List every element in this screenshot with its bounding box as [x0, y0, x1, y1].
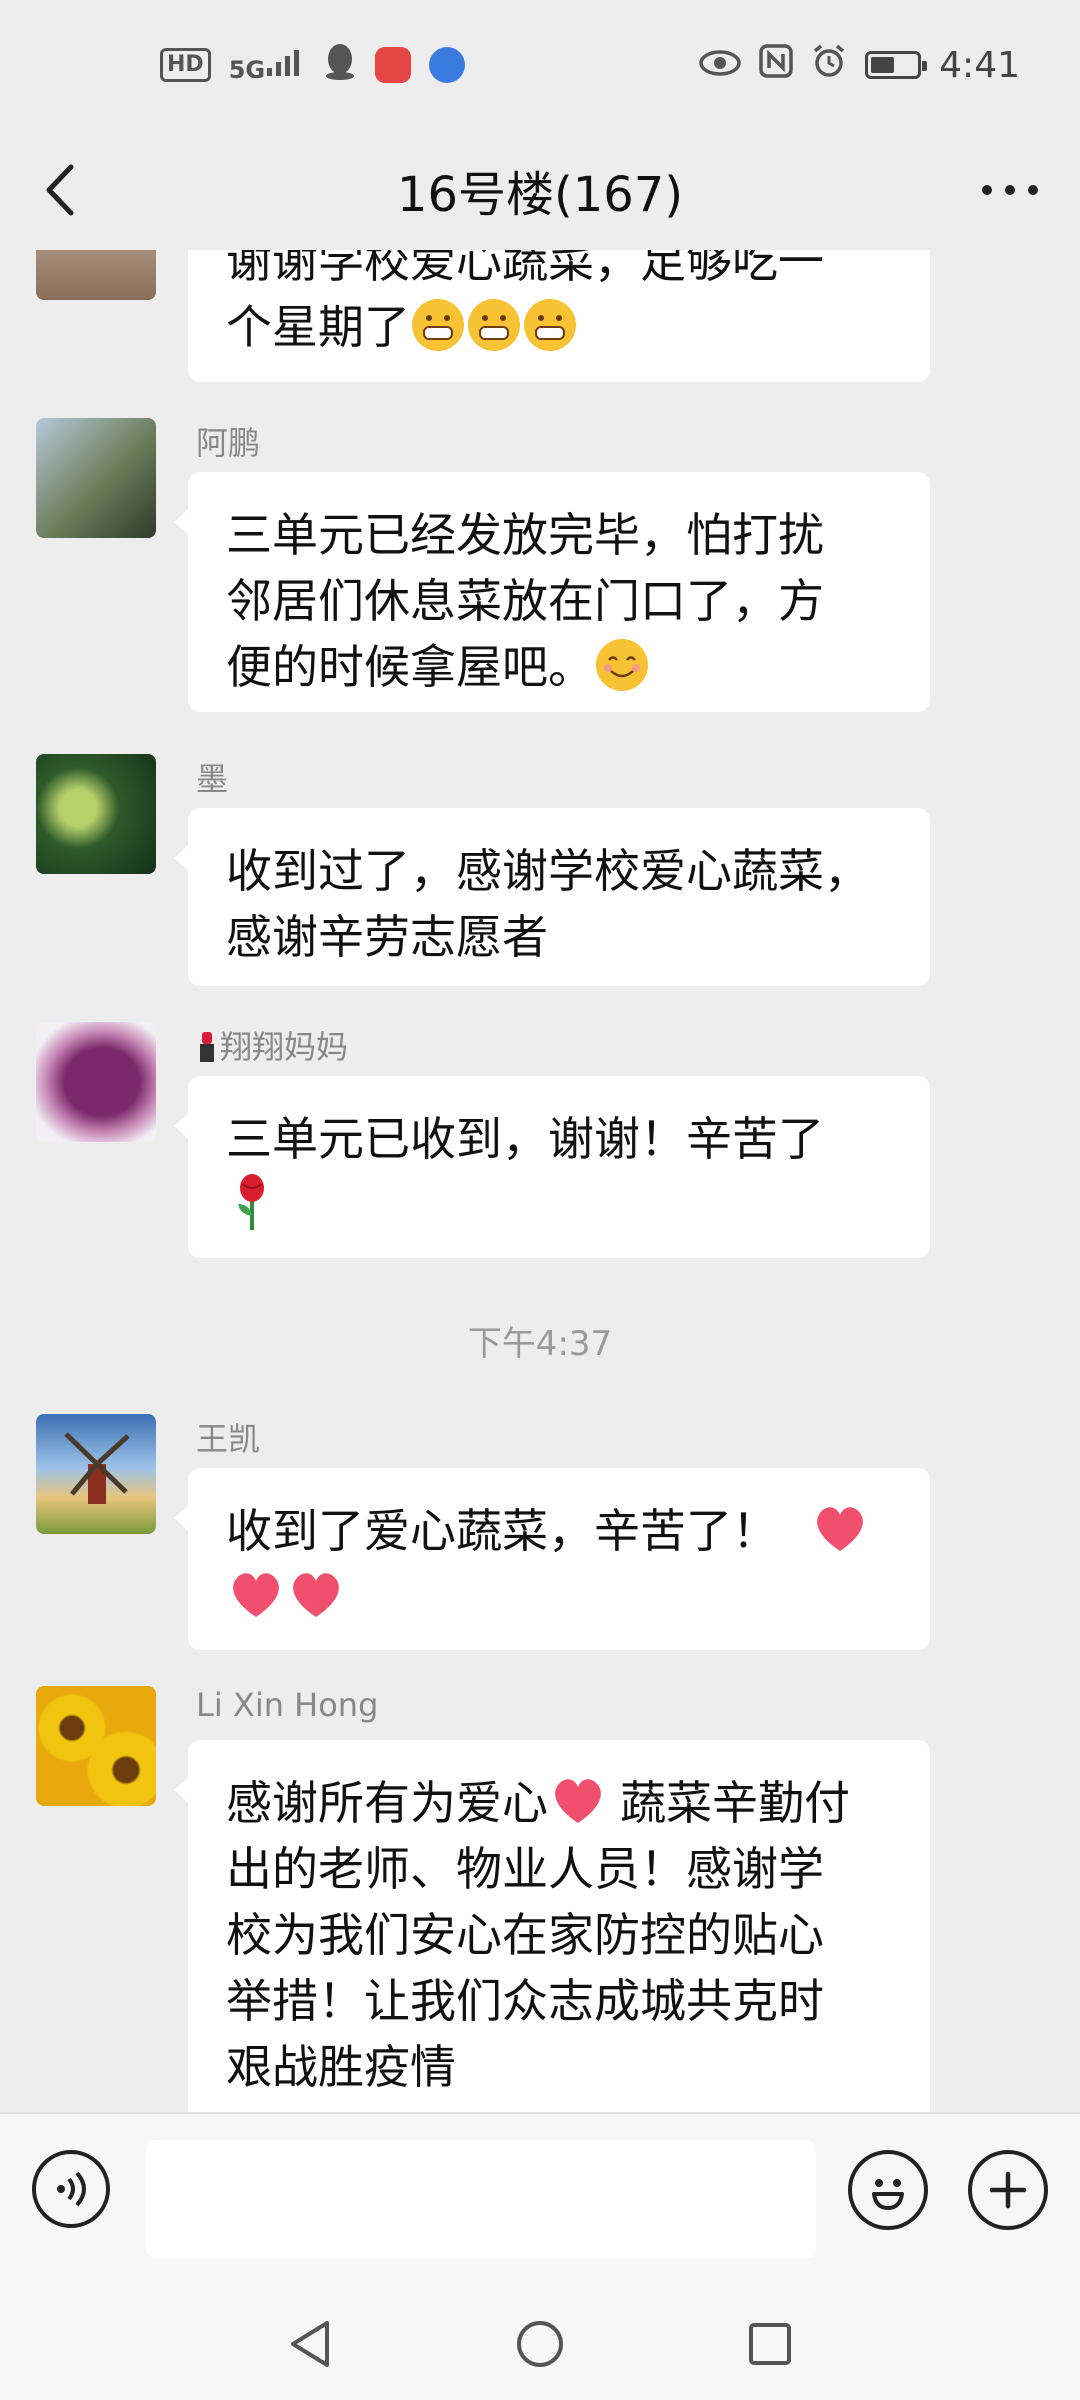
more-dots-icon — [982, 185, 1038, 195]
message-line: 蔬菜辛勤付 — [620, 1776, 850, 1830]
status-left: HD 5G — [160, 42, 466, 89]
message-line: 校为我们安心在家防控的贴心 — [226, 1908, 824, 1962]
title-bar: 16号楼(167) — [0, 130, 1080, 250]
message-line: 感谢所有为爱心 — [226, 1776, 548, 1830]
message-line: 收到过了，感谢学校爱心蔬菜， — [226, 844, 870, 898]
more-options-button[interactable] — [970, 160, 1050, 220]
message-input[interactable] — [146, 2140, 816, 2258]
chat-messages[interactable]: 谢谢学校爱心蔬菜，足够吃一 个星期了 阿鹏 三单元已经发放完毕，怕打扰 邻居们休… — [0, 250, 1080, 2112]
message-bubble[interactable]: 收到了爱心蔬菜，辛苦了！ — [174, 1468, 930, 1650]
chat-title: 16号楼(167) — [396, 167, 684, 223]
avatar[interactable] — [36, 250, 156, 300]
heart-icon — [228, 1569, 284, 1621]
message-bubble[interactable]: 收到过了，感谢学校爱心蔬菜， 感谢辛劳志愿者 — [174, 808, 930, 986]
hd-badge: HD — [160, 48, 211, 82]
emoji-icon — [872, 2179, 904, 2210]
heart-icon — [812, 1503, 868, 1555]
lipstick-icon — [196, 1028, 220, 1066]
rose-icon — [226, 1172, 278, 1232]
back-button[interactable] — [30, 160, 90, 220]
smile-icon — [596, 639, 648, 691]
message-bubble[interactable]: 感谢所有为爱心 蔬菜辛勤付 出的老师、物业人员！感谢学 校为我们安心在家防控的贴心… — [174, 1740, 930, 2112]
emoji-button[interactable] — [848, 2150, 928, 2230]
sender-name: Li Xin Hong — [196, 1686, 379, 1724]
message-line: 三单元已收到，谢谢！辛苦了 — [226, 1112, 824, 1166]
grin-icon — [524, 299, 576, 351]
qq-icon — [323, 42, 357, 89]
alarm-icon — [811, 43, 847, 88]
sender-name: 墨 — [196, 760, 229, 798]
book-app-icon — [375, 47, 412, 83]
heart-icon — [550, 1775, 606, 1827]
avatar[interactable] — [36, 1022, 156, 1142]
message-line: 邻居们休息菜放在门口了，方 — [226, 574, 824, 628]
grin-icon — [468, 299, 520, 351]
message-line: 便的时候拿屋吧。 — [226, 640, 594, 694]
music-app-icon — [429, 47, 466, 83]
signal-5g-icon: 5G — [229, 48, 305, 82]
message-line: 谢谢学校爱心蔬菜，足够吃一 — [226, 250, 824, 288]
nav-recents-button[interactable] — [730, 2304, 810, 2384]
eye-icon — [699, 45, 741, 86]
nav-back-button[interactable] — [270, 2304, 350, 2384]
message-line: 艰战胜疫情 — [226, 2040, 456, 2094]
message-bubble[interactable]: 谢谢学校爱心蔬菜，足够吃一 个星期了 — [188, 250, 930, 382]
voice-button[interactable] — [32, 2150, 110, 2228]
chevron-left-icon — [46, 164, 74, 216]
input-bar — [0, 2112, 1080, 2284]
system-navigation-bar — [0, 2282, 1080, 2400]
nav-home-button[interactable] — [500, 2304, 580, 2384]
circle-home-icon — [517, 2321, 563, 2367]
message-line: 三单元已经发放完毕，怕打扰 — [226, 508, 824, 562]
message-bubble[interactable]: 三单元已收到，谢谢！辛苦了 — [174, 1076, 930, 1258]
avatar[interactable] — [36, 1686, 156, 1806]
status-bar: HD 5G 4:41 — [0, 0, 1080, 130]
message-line: 感谢辛劳志愿者 — [226, 910, 548, 964]
avatar[interactable] — [36, 754, 156, 874]
sender-name: 阿鹏 — [196, 424, 261, 462]
message-line: 收到了爱心蔬菜，辛苦了！ — [226, 1504, 778, 1558]
heart-icon — [288, 1569, 344, 1621]
more-functions-button[interactable] — [968, 2150, 1048, 2230]
nfc-icon — [759, 43, 793, 87]
message-bubble[interactable]: 三单元已经发放完毕，怕打扰 邻居们休息菜放在门口了，方 便的时候拿屋吧。 — [174, 472, 930, 712]
voice-icon — [57, 2171, 86, 2207]
battery-icon — [865, 51, 928, 79]
plus-icon — [989, 2171, 1027, 2209]
avatar[interactable] — [36, 1414, 156, 1534]
message-line: 举措！让我们众志成城共克时 — [226, 1974, 824, 2028]
message-line: 个星期了 — [226, 300, 410, 354]
sender-name: 王凯 — [196, 1420, 261, 1458]
sender-name: 翔翔妈妈 — [196, 1022, 348, 1068]
square-recents-icon — [749, 2323, 791, 2365]
message-line: 出的老师、物业人员！感谢学 — [226, 1842, 824, 1896]
triangle-back-icon — [291, 2321, 329, 2367]
grin-icon — [412, 299, 464, 351]
timestamp: 下午4:37 — [467, 1324, 613, 1364]
status-right: 4:41 — [699, 43, 1020, 88]
avatar[interactable] — [36, 418, 156, 538]
status-time: 4:41 — [939, 44, 1020, 86]
